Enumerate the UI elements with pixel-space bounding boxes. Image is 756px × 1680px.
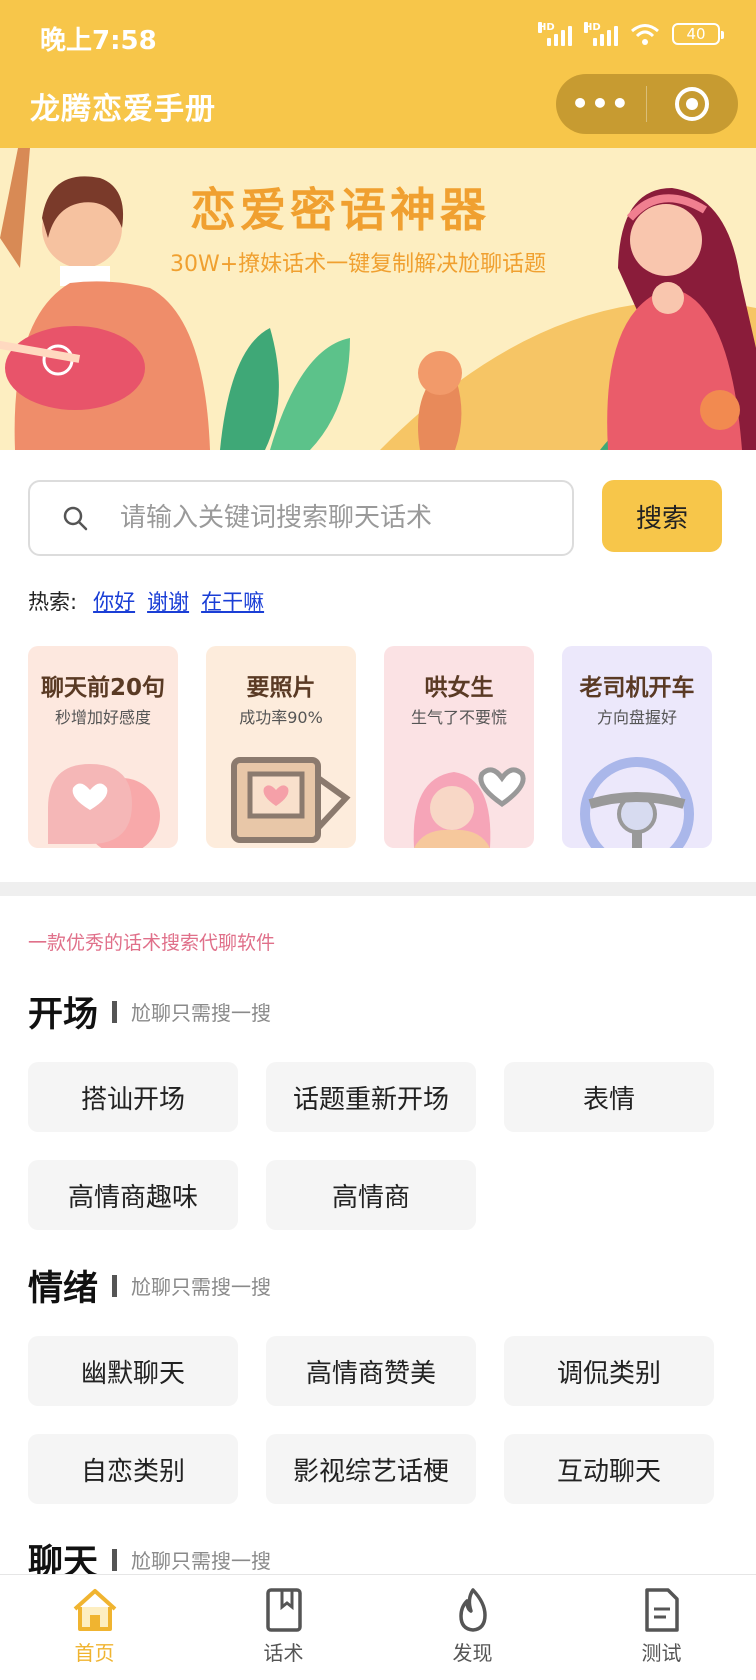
slogan: 一款优秀的话术搜索代聊软件 xyxy=(28,932,276,954)
signal-icon: HD xyxy=(584,22,618,46)
tag-button[interactable]: 调侃类别 xyxy=(504,1336,714,1406)
bottom-tab-bar: 首页 话术 发现 测试 xyxy=(0,1574,756,1680)
section-title: 开场 xyxy=(28,995,99,1035)
close-target-button[interactable] xyxy=(647,87,737,121)
section-subtitle: 尬聊只需搜一搜 xyxy=(131,1001,272,1025)
search-box[interactable] xyxy=(28,480,574,556)
card-subtitle: 方向盘握好 xyxy=(596,708,677,727)
hot-search: 热索: 你好 谢谢 在干嘛 xyxy=(28,586,276,616)
tag-button[interactable]: 搭讪开场 xyxy=(28,1062,238,1132)
flame-icon xyxy=(458,1588,487,1632)
section-subtitle: 尬聊只需搜一搜 xyxy=(131,1275,272,1299)
page-title: 龙腾恋爱手册 xyxy=(30,92,216,127)
document-icon xyxy=(644,1588,679,1632)
tab-home[interactable]: 首页 xyxy=(0,1575,189,1680)
tag-button[interactable]: 高情商趣味 xyxy=(28,1160,238,1230)
signal-icon: HD xyxy=(538,22,572,46)
card-title: 哄女生 xyxy=(424,675,494,701)
card-ask-photo[interactable]: 要照片 成功率90% xyxy=(206,646,356,848)
card-title: 老司机开车 xyxy=(579,675,695,701)
tag-button[interactable]: 自恋类别 xyxy=(28,1434,238,1504)
tab-label: 话术 xyxy=(263,1641,304,1665)
section-title: 情绪 xyxy=(28,1269,99,1309)
more-button[interactable]: ••• xyxy=(556,74,646,134)
steering-wheel-icon xyxy=(580,757,694,848)
section-title-bar xyxy=(112,1274,118,1297)
banner-title: 恋爱密语神器 xyxy=(190,183,490,237)
tab-test[interactable]: 测试 xyxy=(567,1575,756,1680)
section-divider xyxy=(0,882,756,896)
tag-button[interactable]: 高情商赞美 xyxy=(266,1336,476,1406)
tag-grid-emotion: 幽默聊天 高情商赞美 调侃类别 自恋类别 影视综艺话梗 互动聊天 xyxy=(28,1336,714,1504)
card-old-driver[interactable]: 老司机开车 方向盘握好 xyxy=(562,646,712,848)
tag-button[interactable]: 幽默聊天 xyxy=(28,1336,238,1406)
card-subtitle: 秒增加好感度 xyxy=(54,708,151,727)
bookmark-book-icon xyxy=(265,1588,302,1632)
top-bar: 晚上7:58 HD HD 40 龙腾恋爱手册 ••• xyxy=(0,0,756,148)
tab-discover[interactable]: 发现 xyxy=(378,1575,567,1680)
hot-search-link[interactable]: 你好 xyxy=(93,586,135,616)
tag-button[interactable]: 话题重新开场 xyxy=(266,1062,476,1132)
mini-program-capsule: ••• xyxy=(556,74,738,134)
tag-button[interactable]: 高情商 xyxy=(266,1160,476,1230)
hot-search-label: 热索: xyxy=(28,590,78,614)
card-subtitle: 成功率90% xyxy=(239,708,323,727)
card-title: 要照片 xyxy=(246,675,316,701)
tag-button[interactable]: 表情 xyxy=(504,1062,714,1132)
card-chat-20[interactable]: 聊天前20句 秒增加好感度 xyxy=(28,646,178,848)
search-icon xyxy=(30,505,120,531)
tag-grid-opening: 搭讪开场 话题重新开场 表情 高情商趣味 高情商 xyxy=(28,1062,714,1230)
girl-heart-icon xyxy=(413,767,526,848)
card-subtitle: 生气了不要慌 xyxy=(410,708,507,727)
section-title-bar xyxy=(112,1548,118,1571)
card-comfort-girl[interactable]: 哄女生 生气了不要慌 xyxy=(384,646,534,848)
status-time: 晚上7:58 xyxy=(40,26,157,56)
tab-scripts[interactable]: 话术 xyxy=(189,1575,378,1680)
search-button[interactable]: 搜索 xyxy=(602,480,722,552)
banner-subtitle: 30W+撩妹话术一键复制解决尬聊话题 xyxy=(170,252,547,277)
promo-banner[interactable]: 恋爱密语神器 30W+撩妹话术一键复制解决尬聊话题 xyxy=(0,148,756,450)
tag-button[interactable]: 互动聊天 xyxy=(504,1434,714,1504)
photo-frame-heart-icon xyxy=(231,757,351,843)
tag-button[interactable]: 影视综艺话梗 xyxy=(266,1434,476,1504)
tab-label: 首页 xyxy=(74,1641,115,1665)
section-title-bar xyxy=(112,1000,118,1023)
status-icons: HD HD 40 xyxy=(538,22,724,46)
section-header-opening: 开场 尬聊只需搜一搜 xyxy=(28,986,271,1037)
section-subtitle: 尬聊只需搜一搜 xyxy=(131,1549,272,1573)
battery-icon: 40 xyxy=(672,23,724,45)
card-title: 聊天前20句 xyxy=(40,675,165,701)
hot-search-link[interactable]: 在干嘛 xyxy=(201,586,264,616)
tab-label: 发现 xyxy=(452,1641,493,1665)
chat-bubble-heart-icon xyxy=(48,764,160,848)
hot-search-link[interactable]: 谢谢 xyxy=(147,586,189,616)
category-cards: 聊天前20句 秒增加好感度 要照片 成功率90% 哄女生 生气了不要慌 老司机开… xyxy=(28,646,712,848)
tab-label: 测试 xyxy=(641,1641,682,1665)
wifi-icon xyxy=(631,24,659,45)
target-icon xyxy=(675,87,709,121)
search-input[interactable] xyxy=(120,503,540,533)
section-header-emotion: 情绪 尬聊只需搜一搜 xyxy=(28,1260,271,1311)
home-icon xyxy=(73,1589,116,1631)
